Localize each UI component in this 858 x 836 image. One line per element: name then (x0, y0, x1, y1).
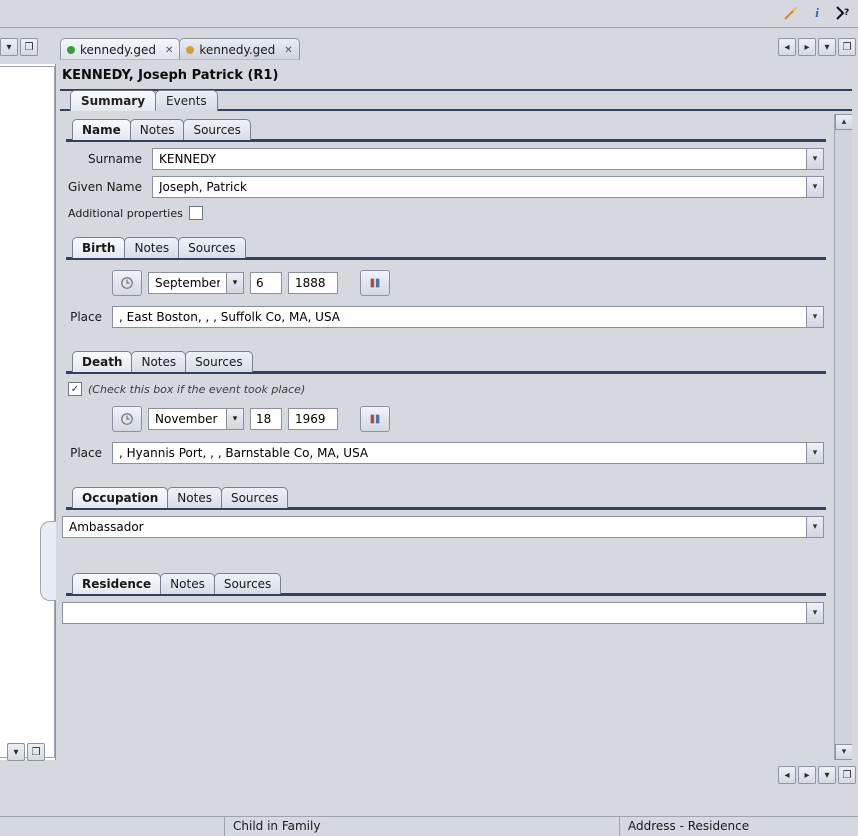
tab-notes[interactable]: Notes (124, 237, 179, 258)
tab-sources[interactable]: Sources (185, 351, 252, 372)
tab-summary[interactable]: Summary (70, 90, 156, 111)
tab-birth[interactable]: Birth (72, 237, 125, 258)
nav-maximize-button[interactable]: ❐ (838, 766, 856, 784)
tab-sources[interactable]: Sources (178, 237, 245, 258)
death-check-hint: (Check this box if the event took place) (88, 383, 305, 396)
death-place-label: Place (68, 446, 106, 460)
birth-month-input[interactable] (148, 272, 226, 294)
tab-notes[interactable]: Notes (167, 487, 222, 508)
file-tab-2[interactable]: kennedy.ged ✕ (179, 38, 299, 60)
close-icon[interactable]: ✕ (280, 45, 292, 56)
calendar-button[interactable] (360, 406, 390, 432)
section-residence: Residence Notes Sources ▾ (62, 574, 830, 624)
page-title: KENNEDY, Joseph Patrick (R1) (58, 64, 854, 89)
birth-place-label: Place (68, 310, 106, 324)
doc-prev-button[interactable]: ◂ (778, 38, 796, 56)
status-cell-2: Child in Family (225, 817, 620, 836)
residence-input[interactable] (62, 602, 806, 624)
dropdown-icon[interactable]: ▾ (806, 306, 824, 328)
tab-residence[interactable]: Residence (72, 573, 161, 594)
top-toolbar: i ? (0, 0, 858, 28)
file-tab-label: kennedy.ged (199, 43, 275, 57)
tab-sources[interactable]: Sources (183, 119, 250, 140)
panel-restore-button[interactable]: ❐ (27, 743, 45, 761)
date-helper-button[interactable] (112, 406, 142, 432)
dropdown-icon[interactable]: ▾ (806, 148, 824, 170)
given-name-label: Given Name (68, 180, 146, 194)
dropdown-icon[interactable]: ▾ (226, 272, 244, 294)
file-tab-1[interactable]: kennedy.ged ✕ (60, 38, 180, 60)
nav-prev-button[interactable]: ◂ (778, 766, 796, 784)
file-status-dot-icon (67, 46, 75, 54)
death-year-input[interactable] (288, 408, 338, 430)
scroll-up-icon[interactable]: ▴ (835, 114, 852, 130)
doc-next-button[interactable]: ▸ (798, 38, 816, 56)
dropdown-icon[interactable]: ▾ (806, 442, 824, 464)
main-tabset: Summary Events (60, 89, 852, 111)
section-birth: Birth Notes Sources ▾ (62, 238, 830, 328)
file-tab-label: kennedy.ged (80, 43, 156, 57)
tab-death[interactable]: Death (72, 351, 132, 372)
surname-input[interactable] (152, 148, 806, 170)
bottom-nav-bar: ◂ ▸ ▾ ❐ (0, 766, 858, 788)
tab-sources[interactable]: Sources (221, 487, 288, 508)
left-collapsed-panel: ▾ ❐ (0, 64, 56, 760)
status-bar: Child in Family Address - Residence (0, 816, 858, 836)
main-content: KENNEDY, Joseph Patrick (R1) Summary Eve… (58, 64, 854, 760)
status-cell-1 (0, 817, 225, 836)
splitter-handle[interactable] (40, 521, 56, 601)
death-day-input[interactable] (250, 408, 282, 430)
doc-maximize-button[interactable]: ❐ (838, 38, 856, 56)
close-icon[interactable]: ✕ (161, 45, 173, 56)
tab-sources[interactable]: Sources (214, 573, 281, 594)
file-status-dot-icon (186, 46, 194, 54)
additional-properties-label: Additional properties (68, 207, 183, 220)
info-icon[interactable]: i (808, 4, 826, 22)
tab-events[interactable]: Events (155, 90, 218, 111)
surname-label: Surname (68, 152, 146, 166)
additional-properties-checkbox[interactable] (189, 206, 203, 220)
tab-notes[interactable]: Notes (131, 351, 186, 372)
panel-dropdown-button[interactable]: ▾ (7, 743, 25, 761)
section-name: Name Notes Sources Surname ▾ Given Name (62, 120, 830, 220)
birth-place-input[interactable] (112, 306, 806, 328)
section-death: Death Notes Sources ✓ (Check this box if… (62, 352, 830, 464)
birth-day-input[interactable] (250, 272, 282, 294)
section-occupation: Occupation Notes Sources ▾ (62, 488, 830, 538)
panel-dropdown-button[interactable]: ▾ (0, 38, 18, 56)
tab-name[interactable]: Name (72, 119, 131, 140)
death-place-input[interactable] (112, 442, 806, 464)
tab-notes[interactable]: Notes (130, 119, 185, 140)
tab-occupation[interactable]: Occupation (72, 487, 168, 508)
date-helper-button[interactable] (112, 270, 142, 296)
death-occurred-checkbox[interactable]: ✓ (68, 382, 82, 396)
dropdown-icon[interactable]: ▾ (226, 408, 244, 430)
birth-year-input[interactable] (288, 272, 338, 294)
doc-dropdown-button[interactable]: ▾ (818, 38, 836, 56)
svg-text:?: ? (844, 8, 849, 18)
given-name-input[interactable] (152, 176, 806, 198)
vertical-scrollbar[interactable]: ▴ ▾ (834, 114, 852, 760)
panel-restore-button[interactable]: ❐ (20, 38, 38, 56)
calendar-button[interactable] (360, 270, 390, 296)
wand-icon[interactable] (782, 4, 800, 22)
status-cell-3: Address - Residence (620, 817, 858, 836)
file-tab-bar: kennedy.ged ✕ kennedy.ged ✕ (60, 38, 299, 60)
nav-next-button[interactable]: ▸ (798, 766, 816, 784)
nav-dropdown-button[interactable]: ▾ (818, 766, 836, 784)
death-month-input[interactable] (148, 408, 226, 430)
dropdown-icon[interactable]: ▾ (806, 176, 824, 198)
dropdown-icon[interactable]: ▾ (806, 516, 824, 538)
context-help-icon[interactable]: ? (834, 4, 852, 22)
tab-notes[interactable]: Notes (160, 573, 215, 594)
scroll-down-icon[interactable]: ▾ (835, 744, 852, 760)
dropdown-icon[interactable]: ▾ (806, 602, 824, 624)
occupation-input[interactable] (62, 516, 806, 538)
